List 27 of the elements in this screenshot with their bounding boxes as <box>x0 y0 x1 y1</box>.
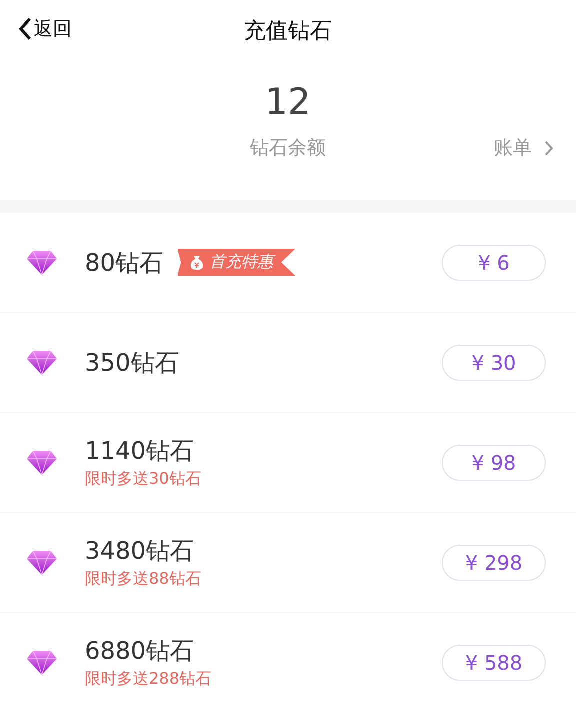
diamond-icon <box>26 250 58 276</box>
package-name: 80钻石 <box>85 248 164 278</box>
diamond-icon <box>26 350 58 376</box>
back-button[interactable]: 返回 <box>18 16 72 42</box>
price-button[interactable]: ¥ 588 <box>442 644 546 680</box>
price-button[interactable]: ¥ 6 <box>442 244 546 280</box>
back-icon <box>18 17 32 41</box>
bonus-note: 限时多送288钻石 <box>85 669 213 690</box>
balance-label: 钻石余额 <box>250 136 326 161</box>
diamond-icon <box>26 650 58 676</box>
page-title: 充值钻石 <box>244 18 332 46</box>
diamond-icon <box>26 450 58 476</box>
package-name: 3480钻石 <box>85 536 194 567</box>
diamond-icon <box>26 550 58 576</box>
package-name: 1140钻石 <box>85 436 194 467</box>
price-button[interactable]: ¥ 298 <box>442 544 546 580</box>
bill-link[interactable]: 账单 <box>494 135 554 161</box>
chevron-right-icon <box>544 140 554 156</box>
package-name: 350钻石 <box>85 348 179 378</box>
promo-badge: 首充特惠 <box>178 249 296 276</box>
price-button[interactable]: ¥ 98 <box>442 444 546 480</box>
money-bag-icon <box>190 254 204 270</box>
bonus-note: 限时多送88钻石 <box>85 569 202 590</box>
balance-amount: 12 <box>265 82 311 123</box>
bonus-note: 限时多送30钻石 <box>85 469 202 490</box>
price-button[interactable]: ¥ 30 <box>442 344 546 380</box>
package-name: 6880钻石 <box>85 636 194 667</box>
